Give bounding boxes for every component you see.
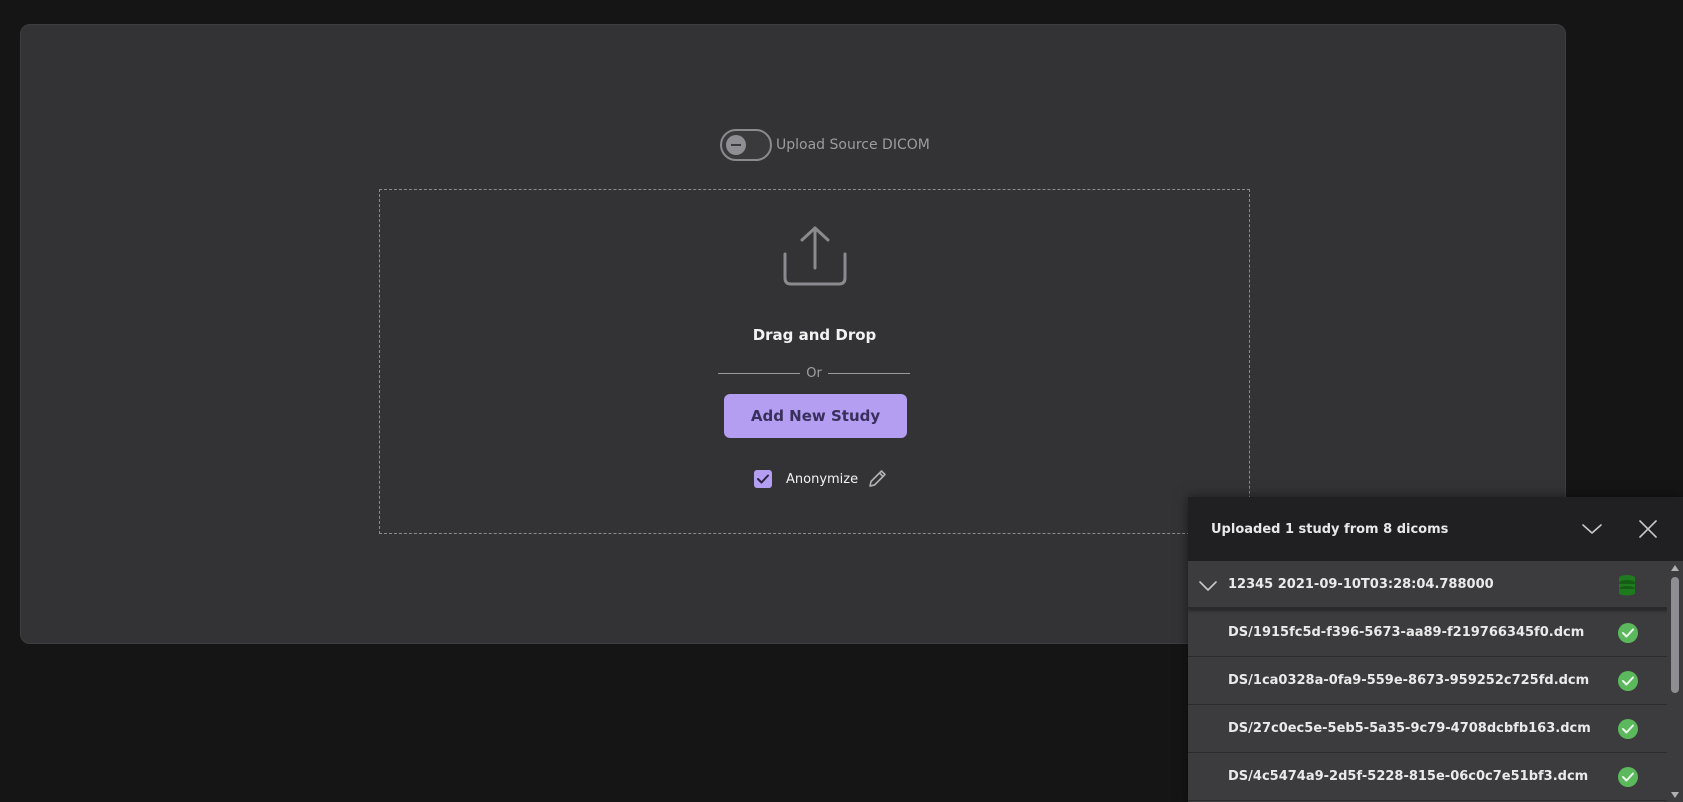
check-circle-icon: [1618, 623, 1638, 643]
file-row: DS/4c5474a9-2d5f-5228-815e-06c0c7e51bf3.…: [1188, 753, 1683, 801]
divider-line-right: [827, 373, 911, 374]
upload-source-toggle-row: Upload Source DICOM: [720, 129, 930, 161]
upload-source-toggle[interactable]: [720, 129, 772, 161]
or-divider: Or: [718, 366, 911, 381]
chevron-down-icon[interactable]: [1198, 576, 1218, 596]
scroll-up-icon[interactable]: [1670, 563, 1680, 573]
or-text: Or: [806, 366, 822, 381]
anonymize-label: Anonymize: [786, 471, 859, 487]
study-label: 12345 2021-09-10T03:28:04.788000: [1228, 576, 1494, 592]
add-new-study-button[interactable]: Add New Study: [724, 394, 907, 438]
study-row[interactable]: 12345 2021-09-10T03:28:04.788000: [1188, 561, 1683, 609]
upload-progress-panel: Uploaded 1 study from 8 dicoms 12345 202…: [1188, 497, 1683, 802]
check-circle-icon: [1618, 719, 1638, 739]
file-name: DS/4c5474a9-2d5f-5228-815e-06c0c7e51bf3.…: [1228, 769, 1589, 784]
check-circle-icon: [1618, 767, 1638, 787]
check-circle-icon: [1618, 671, 1638, 691]
drop-zone[interactable]: Drag and Drop Or Add New Study Anonymize: [379, 189, 1250, 534]
file-row: DS/1ca0328a-0fa9-559e-8673-959252c725fd.…: [1188, 657, 1683, 705]
file-row: DS/1915fc5d-f396-5673-aa89-f219766345f0.…: [1188, 609, 1683, 657]
file-name: DS/1915fc5d-f396-5673-aa89-f219766345f0.…: [1228, 625, 1585, 640]
panel-title: Uploaded 1 study from 8 dicoms: [1211, 521, 1449, 537]
anonymize-row: Anonymize: [754, 468, 888, 490]
checkmark-icon: [757, 474, 769, 484]
upload-tray-icon: [783, 226, 847, 286]
file-row: DS/27c0ec5e-5eb5-5a35-9c79-4708dcbfb163.…: [1188, 705, 1683, 753]
scroll-down-icon[interactable]: [1670, 790, 1680, 800]
scroll-thumb[interactable]: [1671, 577, 1679, 693]
anonymize-checkbox[interactable]: [754, 470, 772, 488]
panel-scrollbar[interactable]: [1667, 561, 1683, 802]
database-icon: [1619, 575, 1635, 596]
pencil-icon[interactable]: [866, 468, 888, 490]
drag-and-drop-title: Drag and Drop: [752, 326, 877, 344]
toggle-knob: [726, 135, 746, 155]
close-icon[interactable]: [1636, 517, 1660, 541]
upload-source-label: Upload Source DICOM: [776, 137, 930, 153]
divider-line-left: [718, 373, 801, 374]
file-name: DS/1ca0328a-0fa9-559e-8673-959252c725fd.…: [1228, 673, 1590, 688]
chevron-down-icon[interactable]: [1580, 517, 1604, 541]
file-name: DS/27c0ec5e-5eb5-5a35-9c79-4708dcbfb163.…: [1228, 721, 1591, 736]
panel-header: Uploaded 1 study from 8 dicoms: [1188, 497, 1683, 561]
